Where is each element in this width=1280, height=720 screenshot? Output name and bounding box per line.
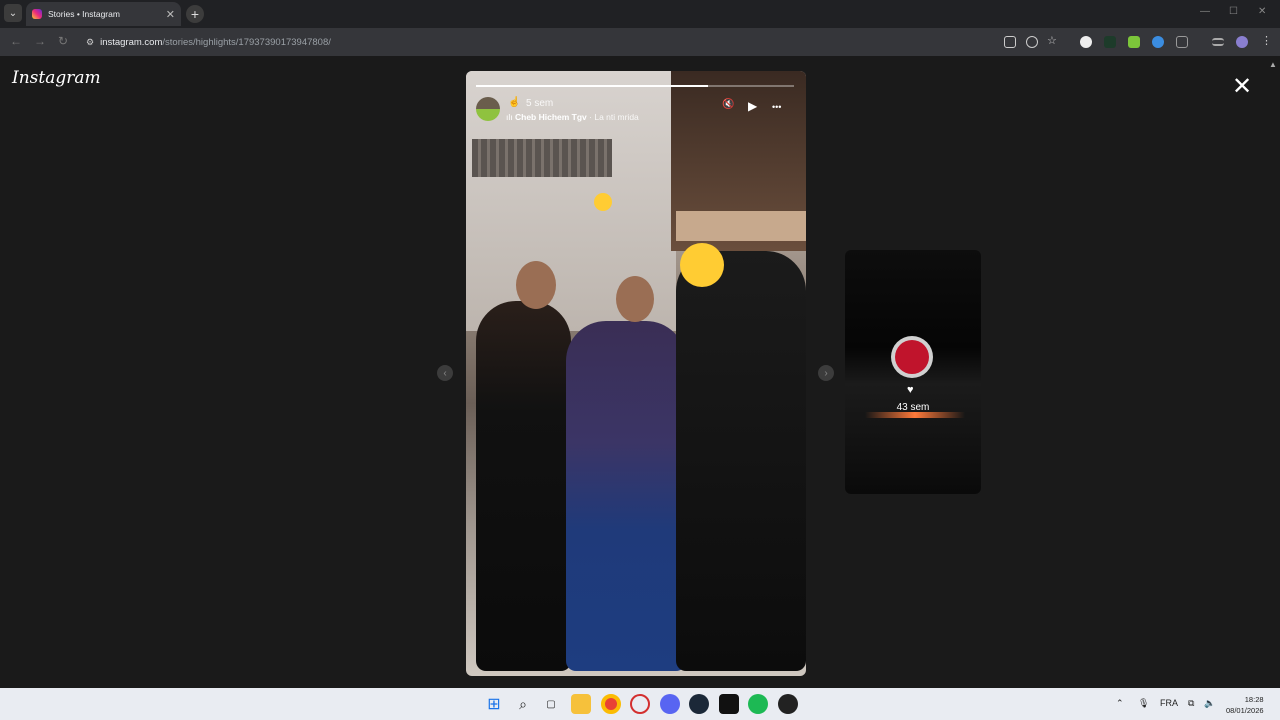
story-progress-fill	[476, 85, 709, 87]
music-song: La nti mrida	[594, 112, 639, 122]
minimize-button[interactable]: —	[1200, 6, 1210, 17]
search-icon[interactable]: ⌕	[513, 694, 533, 714]
story-background-window	[472, 139, 612, 177]
extension-3-icon[interactable]	[1128, 36, 1140, 48]
tab-title: Stories • Instagram	[48, 9, 120, 19]
instagram-favicon-icon	[32, 9, 42, 19]
forward-button[interactable]: →	[34, 34, 46, 48]
extension-2-icon[interactable]	[1104, 36, 1116, 48]
tab-search-button[interactable]: ⌄	[4, 4, 22, 22]
extensions-puzzle-icon[interactable]	[1176, 36, 1188, 48]
browser-menu-icon[interactable]: ⋮	[1261, 34, 1273, 47]
cast-icon[interactable]	[1004, 36, 1016, 48]
story-viewer: Instagram ▲ ✕ ☝ 5 sem ılı Cheb Hichem Tg…	[0, 56, 1280, 688]
highlight-heart-icon: ♥	[907, 384, 914, 396]
url-host: instagram.com	[100, 36, 163, 48]
taskbar-clock[interactable]: 18:28 08/01/2026	[1226, 694, 1264, 716]
story-person-left	[476, 301, 571, 671]
wink-emoji-sticker	[594, 193, 612, 211]
highlight-hand-icon: ☝	[508, 97, 521, 108]
app-dark-icon[interactable]	[778, 694, 798, 714]
new-tab-button[interactable]: +	[186, 5, 204, 23]
play-icon[interactable]: ▶	[748, 99, 757, 113]
url-path: /stories/highlights/17937390173947808/	[162, 36, 331, 48]
current-story[interactable]: ☝ 5 sem ılı Cheb Hichem Tgv · La nti mri…	[466, 71, 806, 676]
tab-stories-instagram[interactable]: Stories • Instagram ✕	[26, 2, 181, 26]
story-person-middle	[566, 321, 686, 671]
story-time: 5 sem	[526, 98, 554, 109]
story-progress-bar	[476, 85, 794, 87]
network-icon[interactable]: ⧉	[1188, 698, 1194, 709]
previous-story-button[interactable]: ‹	[437, 365, 453, 381]
story-head-left	[516, 261, 556, 309]
more-options-icon[interactable]: •••	[772, 102, 781, 112]
preview-avatar	[895, 340, 929, 374]
app-red-icon[interactable]	[630, 694, 650, 714]
profile-avatar[interactable]	[1236, 36, 1248, 48]
tab-close-button[interactable]: ✕	[166, 8, 175, 21]
back-button[interactable]: ←	[10, 34, 22, 48]
microphone-icon[interactable]: 🎙	[1138, 698, 1149, 709]
clock-time: 18:28	[1244, 695, 1264, 704]
story-header: ☝ 5 sem ılı Cheb Hichem Tgv · La nti mri…	[476, 95, 796, 125]
laughing-emoji-sticker	[680, 243, 724, 287]
close-story-button[interactable]: ✕	[1232, 72, 1252, 101]
task-view-icon[interactable]: ▢	[541, 694, 561, 714]
preview-age: 43 sem	[896, 402, 930, 413]
zoom-icon[interactable]	[1026, 36, 1038, 48]
maximize-button[interactable]: ☐	[1229, 6, 1238, 17]
close-window-button[interactable]: ✕	[1258, 6, 1266, 17]
music-bars-icon: ılı	[506, 112, 513, 122]
next-story-preview[interactable]: ♥ 43 sem	[845, 250, 981, 494]
music-artist: Cheb Hichem Tgv	[515, 112, 587, 122]
story-background-awning	[676, 211, 806, 241]
discord-icon[interactable]	[660, 694, 680, 714]
story-head-middle	[616, 276, 654, 322]
story-author-avatar[interactable]	[476, 97, 500, 121]
clock-date: 08/01/2026	[1226, 706, 1264, 715]
preview-avatar-ring	[891, 336, 933, 378]
volume-icon[interactable]: 🔈	[1204, 698, 1215, 709]
extension-1-icon[interactable]	[1080, 36, 1092, 48]
chrome-icon[interactable]	[601, 694, 621, 714]
reload-button[interactable]: ↻	[58, 34, 68, 48]
site-info-icon[interactable]: ⚙	[86, 37, 94, 48]
file-explorer-icon[interactable]	[571, 694, 591, 714]
windows-taskbar: ⊞ ⌕ ▢ ⌃ 🎙 FRA ⧉ 🔈 18:28 08/01/2026	[0, 688, 1280, 720]
tab-strip: ⌄ Stories • Instagram ✕ + — ☐ ✕	[0, 0, 1280, 28]
story-person-right	[676, 251, 806, 671]
epic-games-icon[interactable]	[719, 694, 739, 714]
extension-4-icon[interactable]	[1152, 36, 1164, 48]
browser-toolbar: ← → ↻ ⚙ instagram.com /stories/highlight…	[0, 28, 1280, 56]
steam-icon[interactable]	[689, 694, 709, 714]
next-story-button[interactable]: ›	[818, 365, 834, 381]
story-music-link[interactable]: ılı Cheb Hichem Tgv · La nti mrida	[506, 112, 639, 122]
tray-expand-icon[interactable]: ⌃	[1116, 698, 1124, 709]
mute-icon[interactable]: 🔇	[722, 99, 734, 110]
windows-start-icon[interactable]: ⊞	[484, 694, 504, 714]
bookmark-star-icon[interactable]: ☆	[1047, 34, 1059, 47]
scroll-up-arrow-icon[interactable]: ▲	[1269, 60, 1277, 69]
reading-list-icon[interactable]	[1212, 38, 1224, 46]
keyboard-language[interactable]: FRA	[1160, 698, 1178, 708]
instagram-logo[interactable]: Instagram	[12, 68, 101, 88]
spotify-icon[interactable]	[748, 694, 768, 714]
